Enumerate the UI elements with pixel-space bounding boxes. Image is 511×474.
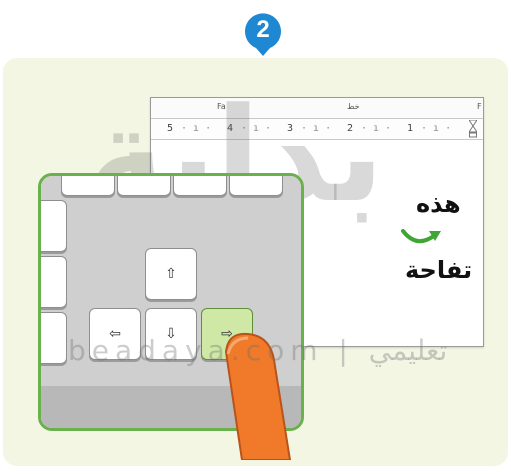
step-number: 2 [256, 16, 270, 43]
keyboard-key[interactable] [61, 176, 115, 196]
ruler-number: 1 [407, 123, 414, 134]
keyboard-key[interactable] [229, 176, 283, 196]
indent-marker-icon[interactable] [469, 120, 477, 138]
keyboard-key[interactable] [41, 256, 67, 308]
arrow-up-key[interactable]: ⇧ [145, 248, 197, 300]
keyboard-key[interactable] [173, 176, 227, 196]
ruler-header-label: F [477, 102, 482, 111]
curved-arrow-icon [401, 229, 441, 243]
keyboard-key[interactable] [41, 312, 67, 364]
keyboard-key[interactable] [41, 200, 67, 252]
keyboard-key[interactable] [117, 176, 171, 196]
document-word-line1[interactable]: هذه [416, 190, 461, 218]
document-word-line2[interactable]: تفاحة [405, 256, 472, 284]
watermark-site: beadaya.com | تعليمي [68, 334, 448, 367]
